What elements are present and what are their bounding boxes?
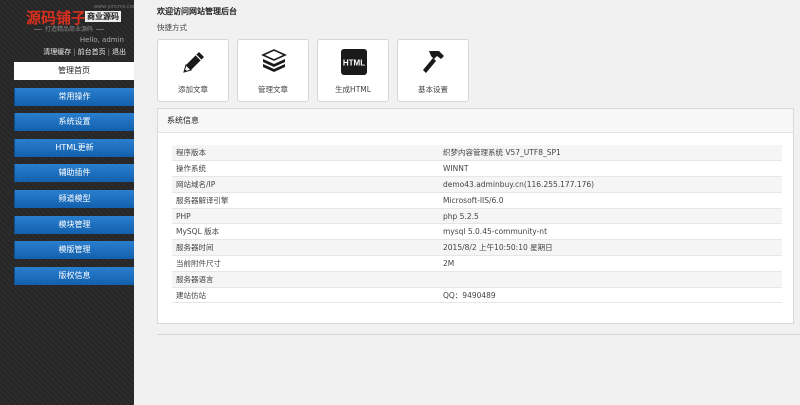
main-menu: 管理首页 常用操作 系统设置 HTML更新 辅助插件 频道模型 模块管理 模版管… bbox=[14, 62, 134, 292]
menu-item-common-ops[interactable]: 常用操作 bbox=[14, 87, 134, 106]
divider bbox=[157, 334, 800, 335]
info-value: WINNT bbox=[439, 160, 782, 178]
system-info-title: 系统信息 bbox=[158, 109, 793, 133]
info-key: 网站域名/IP bbox=[172, 176, 439, 193]
info-value: 织梦内容管理系统 V57_UTF8_SP1 bbox=[439, 145, 782, 162]
menu-item-html-update[interactable]: HTML更新 bbox=[14, 138, 134, 157]
info-key: 服务器语言 bbox=[172, 271, 439, 288]
menu-item-module-management[interactable]: 模块管理 bbox=[14, 215, 134, 234]
info-key: 服务器时间 bbox=[172, 239, 439, 257]
logo-slogan: 打造精品商业源码 bbox=[31, 24, 107, 33]
main-content: 欢迎访问网站管理后台 快捷方式 添加文章 管理文章 HTML 生成HTML 基本… bbox=[134, 0, 800, 405]
shortcut-label: 添加文章 bbox=[178, 85, 208, 94]
info-value: demo43.adminbuy.cn(116.255.177.176) bbox=[439, 176, 782, 193]
table-row: PHP php 5.2.5 bbox=[172, 208, 782, 225]
system-info-panel: 系统信息 程序版本 织梦内容管理系统 V57_UTF8_SP1 操作系统 WINNT… bbox=[157, 108, 794, 324]
system-info-table: 程序版本 织梦内容管理系统 V57_UTF8_SP1 操作系统 WINNT 网站域名… bbox=[172, 145, 782, 304]
welcome-title: 欢迎访问网站管理后台 bbox=[157, 7, 237, 16]
table-row: 当前附件尺寸 2M bbox=[172, 255, 782, 272]
user-greeting: Hello, admin bbox=[79, 36, 124, 44]
table-row: 服务器语言 bbox=[172, 271, 782, 288]
frontend-home-link[interactable]: 前台首页 bbox=[78, 48, 106, 56]
table-row: 服务器时间 2015/8/2 上午10:50:10 星期日 bbox=[172, 239, 782, 257]
shortcut-manage-articles[interactable]: 管理文章 bbox=[237, 39, 309, 102]
menu-item-copyright[interactable]: 版权信息 bbox=[14, 266, 134, 285]
shortcut-section-title: 快捷方式 bbox=[157, 23, 187, 32]
info-value: mysql 5.0.45-community-nt bbox=[439, 223, 782, 241]
clear-cache-link[interactable]: 清理缓存 bbox=[43, 48, 71, 56]
shortcut-generate-html[interactable]: HTML 生成HTML bbox=[317, 39, 389, 102]
menu-item-system-settings[interactable]: 系统设置 bbox=[14, 113, 134, 132]
shortcut-label: 基本设置 bbox=[418, 85, 448, 94]
info-key: 服务器解译引擎 bbox=[172, 192, 439, 209]
top-links: 清理缓存 | 前台首页 | 退出 bbox=[43, 48, 126, 56]
svg-text:HTML: HTML bbox=[343, 59, 365, 68]
table-row: 操作系统 WINNT bbox=[172, 160, 782, 178]
logo[interactable]: www.ymcms.com 源码铺子 商业源码 打造精品商业源码 bbox=[0, 0, 138, 36]
table-row: 网站域名/IP demo43.adminbuy.cn(116.255.177.17… bbox=[172, 176, 782, 193]
table-row: 服务器解译引擎 Microsoft-IIS/6.0 bbox=[172, 192, 782, 209]
info-value: php 5.2.5 bbox=[439, 208, 782, 225]
info-value bbox=[439, 271, 782, 288]
info-key: PHP bbox=[172, 208, 439, 225]
info-key: 程序版本 bbox=[172, 145, 439, 162]
stack-icon bbox=[261, 49, 287, 72]
shortcut-label: 管理文章 bbox=[258, 85, 288, 94]
shortcut-label: 生成HTML bbox=[335, 85, 371, 94]
logout-link[interactable]: 退出 bbox=[112, 48, 126, 56]
info-value: Microsoft-IIS/6.0 bbox=[439, 192, 782, 209]
table-row: 建站仿站 QQ：9490489 bbox=[172, 287, 782, 304]
info-key: 建站仿站 bbox=[172, 287, 439, 304]
info-key: 当前附件尺寸 bbox=[172, 255, 439, 272]
menu-item-plugins[interactable]: 辅助插件 bbox=[14, 164, 134, 183]
shortcut-basic-settings[interactable]: 基本设置 bbox=[397, 39, 469, 102]
logo-badge: 商业源码 bbox=[85, 11, 121, 22]
menu-item-template-management[interactable]: 模版管理 bbox=[14, 241, 134, 260]
logo-url: www.ymcms.com bbox=[94, 4, 138, 10]
shortcut-add-article[interactable]: 添加文章 bbox=[157, 39, 229, 102]
menu-item-channel-model[interactable]: 频道模型 bbox=[14, 189, 134, 208]
info-value: 2015/8/2 上午10:50:10 星期日 bbox=[439, 239, 782, 257]
info-key: MySQL 版本 bbox=[172, 223, 439, 241]
hammer-icon bbox=[423, 51, 444, 73]
table-row: 程序版本 织梦内容管理系统 V57_UTF8_SP1 bbox=[172, 145, 782, 162]
pencil-icon bbox=[183, 52, 204, 73]
sidebar: www.ymcms.com 源码铺子 商业源码 打造精品商业源码 Hello, … bbox=[0, 0, 138, 405]
menu-item-admin-home[interactable]: 管理首页 bbox=[14, 62, 134, 80]
info-value: 2M bbox=[439, 255, 782, 272]
info-key: 操作系统 bbox=[172, 160, 439, 178]
html-icon: HTML bbox=[341, 49, 367, 75]
info-value: QQ：9490489 bbox=[439, 287, 782, 304]
table-row: MySQL 版本 mysql 5.0.45-community-nt bbox=[172, 223, 782, 241]
